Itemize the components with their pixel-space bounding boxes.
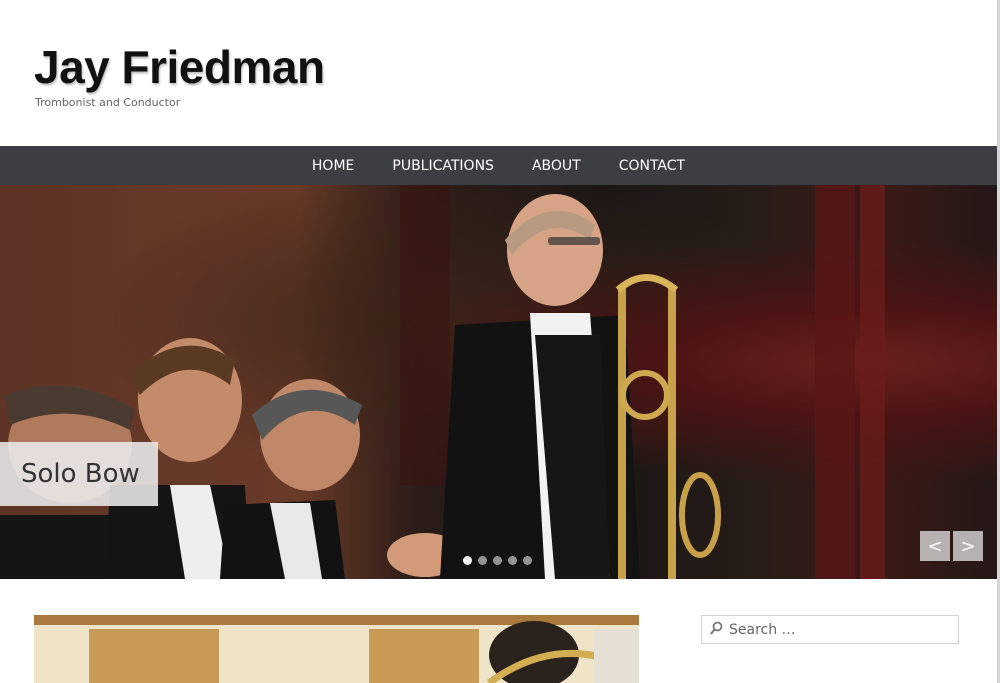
search-form [701, 615, 959, 644]
slide-image [0, 185, 885, 579]
slider-dot-2[interactable] [478, 556, 487, 565]
site-title[interactable]: Jay Friedman [34, 40, 325, 94]
slider-pagination [463, 556, 532, 565]
post-thumbnail-image [34, 615, 639, 683]
hero-slider[interactable] [0, 185, 997, 579]
nav-item-publications[interactable]: PUBLICATIONS [392, 158, 494, 174]
slider-dot-5[interactable] [523, 556, 532, 565]
site-header: Jay Friedman Trombonist and Conductor [0, 0, 997, 146]
slider-prev-button[interactable]: < [920, 531, 950, 561]
slider-dot-1[interactable] [463, 556, 472, 565]
slider-next-button[interactable]: > [953, 531, 983, 561]
post-thumbnail[interactable] [34, 615, 639, 683]
slide-caption: Solo Bow [0, 442, 158, 506]
search-icon [710, 620, 723, 639]
site-tagline: Trombonist and Conductor [35, 96, 181, 109]
slider-dot-4[interactable] [508, 556, 517, 565]
nav-item-about[interactable]: ABOUT [532, 158, 581, 174]
main-navigation: HOME PUBLICATIONS ABOUT CONTACT [0, 146, 997, 185]
slider-dot-3[interactable] [493, 556, 502, 565]
nav-item-contact[interactable]: CONTACT [619, 158, 685, 174]
search-input[interactable] [729, 621, 949, 638]
nav-item-home[interactable]: HOME [312, 158, 354, 174]
